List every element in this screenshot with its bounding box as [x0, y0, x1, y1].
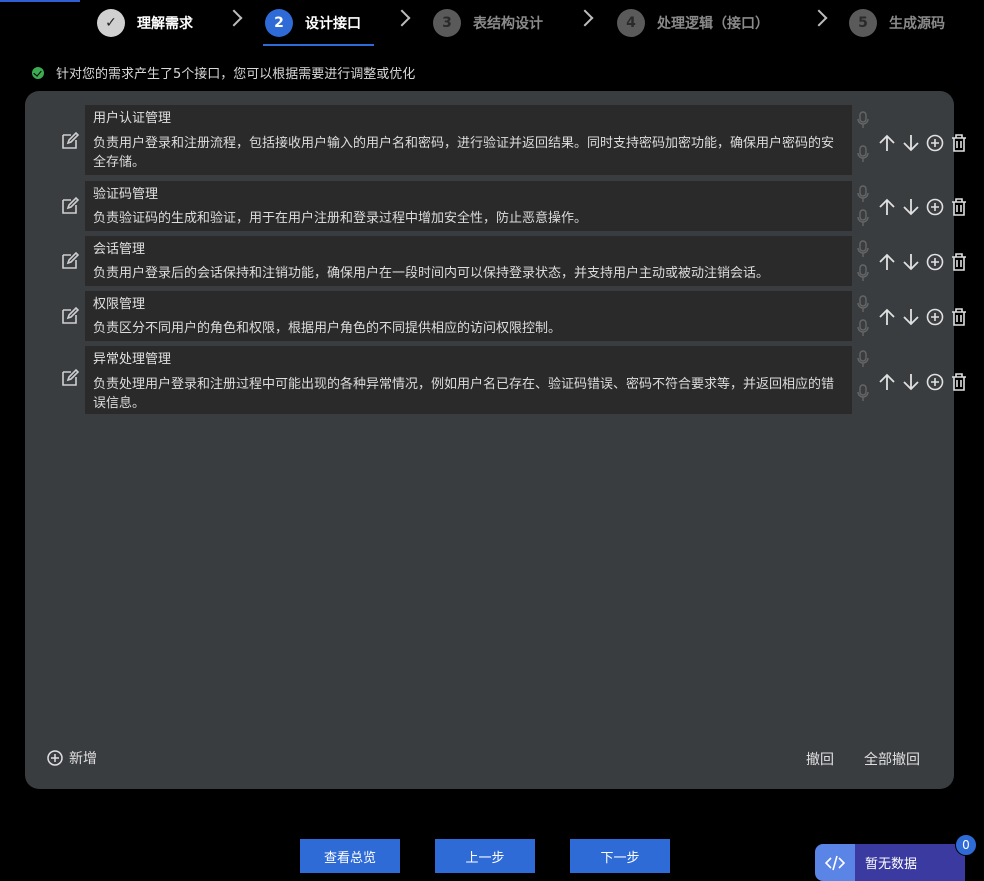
undo-all-button[interactable]: 全部撤回 — [864, 749, 920, 769]
notice: 针对您的需求产生了5个接口，您可以根据需要进行调整或优化 — [32, 63, 415, 82]
interface-box[interactable]: 权限管理 负责区分不同用户的角色和权限，根据用户角色的不同提供相应的访问权限控制… — [85, 291, 852, 341]
arrow-up-icon[interactable] — [878, 372, 896, 392]
arrow-down-icon[interactable] — [902, 372, 920, 392]
mic-icon[interactable] — [857, 319, 869, 337]
step-number: 3 — [433, 9, 461, 37]
step-table-design[interactable]: 3 表结构设计 — [433, 8, 543, 38]
interface-box[interactable]: 会话管理 负责用户登录后的会话保持和注销功能，确保用户在一段时间内可以保持登录状… — [85, 236, 852, 286]
row-actions — [878, 372, 968, 392]
chevron-right-icon — [576, 9, 594, 27]
step-label: 表结构设计 — [473, 16, 543, 32]
edit-icon[interactable] — [60, 251, 80, 271]
trash-icon[interactable] — [950, 197, 968, 217]
trash-icon[interactable] — [950, 307, 968, 327]
arrow-down-icon[interactable] — [902, 197, 920, 217]
count-badge: 0 — [955, 834, 977, 856]
step-label: 生成源码 — [889, 16, 945, 32]
add-circle-icon[interactable] — [926, 372, 944, 392]
add-circle-icon[interactable] — [926, 307, 944, 327]
mic-icon[interactable] — [857, 295, 869, 313]
edit-icon[interactable] — [60, 368, 80, 388]
mic-icon[interactable] — [857, 145, 869, 163]
mic-icon[interactable] — [857, 264, 869, 282]
mic-icon[interactable] — [857, 185, 869, 203]
interface-title: 会话管理 — [93, 242, 146, 257]
next-step-button[interactable]: 下一步 — [570, 839, 670, 873]
chevron-right-icon — [225, 9, 243, 27]
add-circle-icon[interactable] — [926, 133, 944, 153]
step-check-icon: ✓ — [97, 9, 125, 37]
interface-desc: 负责处理用户登录和注册过程中可能出现的各种异常情况，例如用户名已存在、验证码错误… — [93, 377, 835, 411]
active-step-underline — [263, 44, 374, 46]
chevron-right-icon — [810, 9, 828, 27]
step-number: 4 — [617, 9, 645, 37]
prev-step-button[interactable]: 上一步 — [435, 839, 535, 873]
trash-icon[interactable] — [950, 372, 968, 392]
chevron-right-icon — [393, 9, 411, 27]
top-progress-line — [0, 0, 80, 2]
arrow-up-icon[interactable] — [878, 133, 896, 153]
arrow-down-icon[interactable] — [902, 252, 920, 272]
step-number: 5 — [849, 9, 877, 37]
interface-desc: 负责用户登录后的会话保持和注销功能，确保用户在一段时间内可以保持登录状态，并支持… — [93, 266, 770, 281]
interface-desc: 负责区分不同用户的角色和权限，根据用户角色的不同提供相应的访问权限控制。 — [93, 321, 562, 336]
mic-icon[interactable] — [857, 240, 869, 258]
view-overview-button[interactable]: 查看总览 — [300, 839, 400, 873]
interface-title: 验证码管理 — [93, 187, 159, 202]
step-label: 理解需求 — [137, 16, 193, 32]
mic-icon[interactable] — [857, 350, 869, 368]
step-label: 处理逻辑（接口） — [657, 16, 769, 32]
trash-icon[interactable] — [950, 133, 968, 153]
arrow-up-icon[interactable] — [878, 197, 896, 217]
step-logic[interactable]: 4 处理逻辑（接口） — [617, 8, 769, 38]
check-circle-icon — [32, 66, 44, 79]
row-actions — [878, 197, 968, 217]
arrow-up-icon[interactable] — [878, 307, 896, 327]
step-generate-code[interactable]: 5 生成源码 — [849, 8, 945, 38]
undo-button[interactable]: 撤回 — [806, 749, 834, 769]
edit-icon[interactable] — [60, 196, 80, 216]
step-number: 2 — [265, 9, 293, 37]
row-actions — [878, 252, 968, 272]
step-label: 设计接口 — [305, 16, 361, 32]
step-design-interface[interactable]: 2 设计接口 — [265, 8, 361, 38]
trash-icon[interactable] — [950, 252, 968, 272]
arrow-down-icon[interactable] — [902, 133, 920, 153]
edit-icon[interactable] — [60, 306, 80, 326]
row-actions — [878, 307, 968, 327]
add-label: 新增 — [69, 751, 97, 767]
notice-text: 针对您的需求产生了5个接口，您可以根据需要进行调整或优化 — [56, 67, 416, 82]
arrow-down-icon[interactable] — [902, 307, 920, 327]
no-data-label: 暂无数据 — [855, 844, 965, 881]
arrow-up-icon[interactable] — [878, 252, 896, 272]
mic-icon[interactable] — [857, 209, 869, 227]
step-understand[interactable]: ✓ 理解需求 — [97, 8, 193, 38]
code-dock[interactable]: 暂无数据 0 — [815, 834, 977, 881]
interface-title: 权限管理 — [93, 297, 146, 312]
interface-box[interactable]: 验证码管理 负责验证码的生成和验证，用于在用户注册和登录过程中增加安全性，防止恶… — [85, 181, 852, 231]
interface-panel: 用户认证管理 负责用户登录和注册流程，包括接收用户输入的用户名和密码，进行验证并… — [25, 91, 966, 789]
add-circle-icon[interactable] — [926, 252, 944, 272]
row-actions — [878, 133, 968, 153]
interface-title: 异常处理管理 — [93, 352, 172, 367]
edit-icon[interactable] — [60, 131, 80, 151]
interface-desc: 负责验证码的生成和验证，用于在用户注册和登录过程中增加安全性，防止恶意操作。 — [93, 211, 588, 226]
interface-box[interactable]: 用户认证管理 负责用户登录和注册流程，包括接收用户输入的用户名和密码，进行验证并… — [85, 105, 852, 175]
add-interface-button[interactable]: 新增 — [47, 748, 97, 768]
interface-title: 用户认证管理 — [93, 111, 172, 126]
mic-icon[interactable] — [857, 384, 869, 402]
add-circle-icon[interactable] — [926, 197, 944, 217]
add-circle-icon — [47, 750, 63, 766]
code-icon[interactable] — [815, 844, 855, 881]
interface-box[interactable]: 异常处理管理 负责处理用户登录和注册过程中可能出现的各种异常情况，例如用户名已存… — [85, 346, 852, 414]
mic-icon[interactable] — [857, 111, 869, 129]
interface-desc: 负责用户登录和注册流程，包括接收用户输入的用户名和密码，进行验证并返回结果。同时… — [93, 136, 835, 170]
